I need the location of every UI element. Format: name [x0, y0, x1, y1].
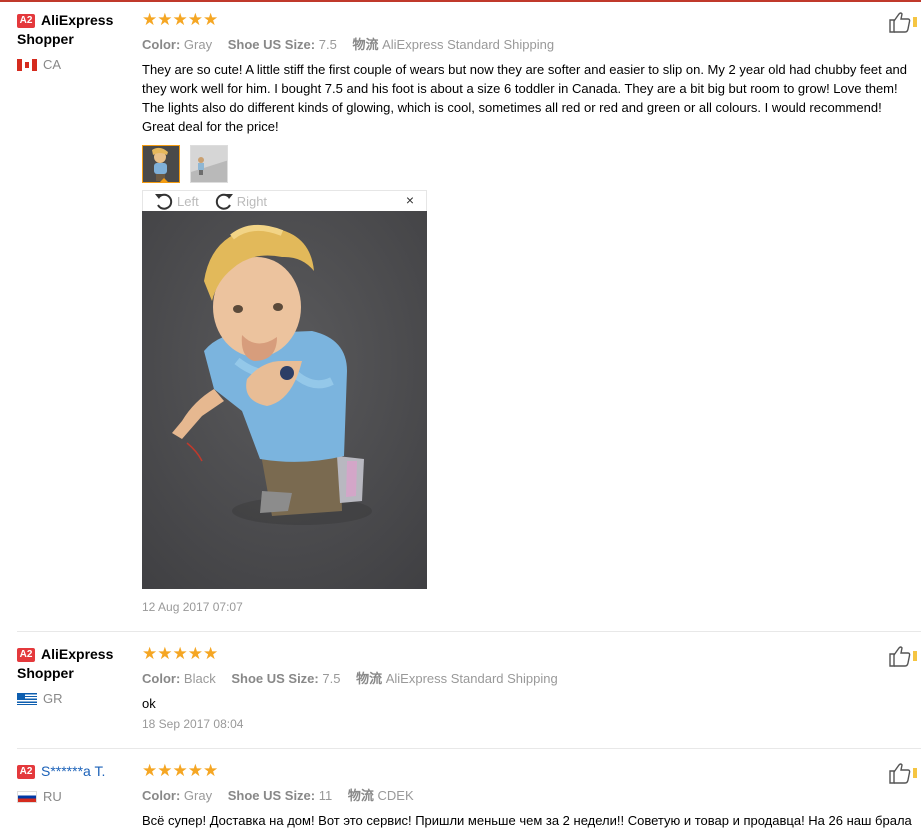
rotate-left-label: Left	[177, 193, 199, 209]
shipping-value: AliExpress Standard Shipping	[385, 671, 558, 686]
color-attribute: Color: Gray	[142, 37, 212, 52]
rotate-left-icon	[155, 193, 173, 210]
star-rating: ★★★★★	[142, 644, 219, 663]
size-value: 7.5	[318, 37, 337, 52]
color-attribute: Color: Gray	[142, 788, 212, 803]
level-badge: A2	[17, 765, 35, 780]
level-badge: A2	[17, 648, 35, 663]
star-rating: ★★★★★	[142, 761, 219, 780]
rotate-right-label: Right	[236, 193, 268, 209]
review-text: Всё супер! Доставка на дом! Вот это серв…	[142, 813, 912, 828]
toddler-photo	[142, 211, 427, 589]
star-rating: ★★★★★	[142, 10, 219, 29]
size-label: Shoe US Size:	[227, 37, 316, 52]
helpful-count-indicator	[913, 651, 917, 661]
color-value: Gray	[183, 788, 213, 803]
reviewer-info: A2 S******a T. RU	[17, 762, 137, 804]
russia-flag-icon	[17, 790, 37, 803]
reviewer-country: RU	[17, 789, 137, 804]
color-label: Color:	[142, 37, 181, 52]
review-date: 18 Sep 2017 08:04	[142, 717, 244, 731]
size-value: 7.5	[322, 671, 341, 686]
color-label: Color:	[142, 788, 181, 803]
thumbnail-image-2	[191, 146, 227, 182]
reviewer-country: CA	[17, 57, 137, 72]
size-attribute: Shoe US Size: 7.5	[231, 671, 340, 686]
reviewer-info: A2 AliExpress Shopper GR	[17, 645, 137, 706]
top-border	[0, 0, 921, 2]
thumbs-up-icon	[889, 763, 911, 784]
level-badge: A2	[17, 14, 35, 29]
size-attribute: Shoe US Size: 11	[228, 788, 333, 803]
canada-flag-icon	[17, 58, 37, 71]
reviewer-name-link[interactable]: S******a T.	[41, 763, 105, 779]
viewer-toolbar: Left Right ×	[142, 190, 427, 211]
helpful-button[interactable]	[888, 762, 917, 784]
reviewer-country: GR	[17, 691, 137, 706]
helpful-count-indicator	[913, 768, 917, 778]
color-label: Color:	[142, 671, 181, 686]
color-value: Gray	[183, 37, 213, 52]
helpful-button[interactable]	[888, 11, 917, 33]
shipping-value: AliExpress Standard Shipping	[382, 37, 555, 52]
reviewer-name-block: A2 AliExpress Shopper	[17, 11, 137, 49]
shipping-label: 物流	[356, 671, 383, 686]
helpful-count-indicator	[913, 17, 917, 27]
rotate-right-icon	[215, 193, 233, 210]
close-icon[interactable]: ×	[406, 192, 414, 208]
photo-thumbnail-1[interactable]	[142, 145, 180, 183]
shipping-label: 物流	[347, 788, 374, 803]
review-text: ok	[142, 696, 156, 711]
size-label: Shoe US Size:	[227, 788, 316, 803]
photo-thumbnail-2[interactable]	[190, 145, 228, 183]
rotate-left-button[interactable]: Left	[153, 191, 199, 211]
review-date: 12 Aug 2017 07:07	[142, 600, 243, 614]
thumbs-up-icon	[889, 12, 911, 33]
review-divider	[17, 631, 921, 632]
reviewer-info: A2 AliExpress Shopper CA	[17, 11, 137, 72]
shipping-attribute: 物流 AliExpress Standard Shipping	[352, 37, 554, 52]
color-attribute: Color: Black	[142, 671, 216, 686]
country-code: RU	[43, 789, 62, 804]
thumbs-up-icon	[889, 646, 911, 667]
review-photo	[142, 211, 427, 589]
country-code: GR	[43, 691, 63, 706]
review-content: ★★★★★ Color: Gray Shoe US Size: 7.5 物流 A…	[142, 11, 917, 183]
review-content: ★★★★★ Color: Black Shoe US Size: 7.5 物流 …	[142, 645, 917, 731]
helpful-button[interactable]	[888, 645, 917, 667]
review-content: ★★★★★ Color: Gray Shoe US Size: 11 物流 CD…	[142, 762, 917, 830]
reviewer-name-block: A2 AliExpress Shopper	[17, 645, 137, 683]
review-divider	[17, 748, 921, 749]
review-text: They are so cute! A little stiff the fir…	[142, 62, 908, 134]
thumbnail-image-1	[143, 146, 179, 182]
photo-thumbnails	[142, 145, 917, 183]
order-attributes: Color: Gray Shoe US Size: 7.5 物流 AliExpr…	[142, 34, 917, 53]
reviewer-name-block: A2 S******a T.	[17, 762, 137, 781]
size-value: 11	[318, 788, 333, 803]
size-label: Shoe US Size:	[231, 671, 319, 686]
order-attributes: Color: Black Shoe US Size: 7.5 物流 AliExp…	[142, 668, 917, 687]
photo-viewer: Left Right ×	[142, 190, 427, 589]
color-value: Black	[183, 671, 216, 686]
size-attribute: Shoe US Size: 7.5	[228, 37, 337, 52]
order-attributes: Color: Gray Shoe US Size: 11 物流 CDEK	[142, 785, 917, 804]
shipping-attribute: 物流 CDEK	[348, 788, 414, 803]
shipping-label: 物流	[352, 37, 379, 52]
greece-flag-icon	[17, 692, 37, 705]
rotate-right-button[interactable]: Right	[213, 191, 267, 211]
shipping-attribute: 物流 AliExpress Standard Shipping	[356, 671, 558, 686]
country-code: CA	[43, 57, 62, 72]
shipping-value: CDEK	[377, 788, 414, 803]
